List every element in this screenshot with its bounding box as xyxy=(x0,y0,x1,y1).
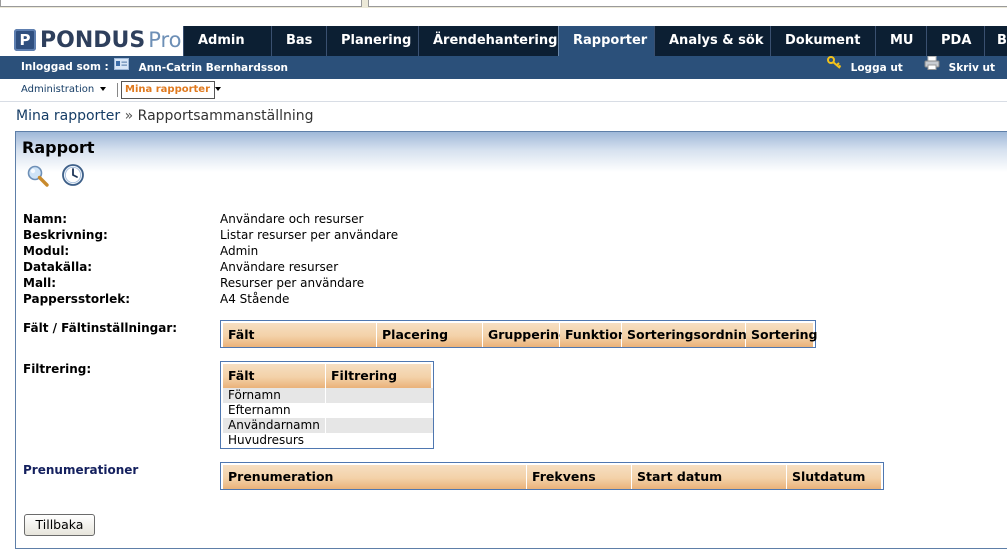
printer-icon xyxy=(924,56,940,79)
tab-dokument[interactable]: Dokument xyxy=(770,26,875,56)
filter-field-cell: Användarnamn xyxy=(223,418,325,433)
user-bar: Inloggad som : Ann-Catrin Bernhardsson L… xyxy=(0,56,1007,79)
tab-admin[interactable]: Admin xyxy=(183,26,271,56)
tab-analys-sok[interactable]: Analys & sök xyxy=(654,26,770,56)
filter-header-filter[interactable]: Filtrering xyxy=(326,364,431,388)
tab-bas[interactable]: Bas xyxy=(271,26,326,56)
my-reports-dropdown-label: Mina rapporter xyxy=(125,84,211,95)
filter-grid: Fält Filtrering Förnamn Efternamn Använd… xyxy=(220,361,434,449)
fields-header-grouping[interactable]: Gruppering xyxy=(483,323,568,347)
paper-size-value: A4 Stående xyxy=(220,292,290,306)
fields-section-label: Fält / Fältinställningar: xyxy=(23,321,178,335)
report-panel: Rapport Namn: Användare och resurser Bes… xyxy=(15,131,1007,549)
fields-header-field[interactable]: Fält xyxy=(223,323,377,347)
logout-link[interactable]: Logga ut xyxy=(827,56,903,79)
fields-header-sorting[interactable]: Sortering xyxy=(746,323,818,347)
subscriptions-header-end-date[interactable]: Slutdatum xyxy=(787,465,881,489)
breadcrumb-current: Rapportsammanställning xyxy=(137,108,314,124)
fields-header-placement[interactable]: Placering xyxy=(377,323,483,347)
back-button[interactable]: Tillbaka xyxy=(24,514,95,536)
paper-size-label: Pappersstorlek: xyxy=(23,292,131,306)
filter-value-cell[interactable] xyxy=(326,403,433,418)
my-reports-dropdown[interactable]: Mina rapporter xyxy=(121,81,222,99)
clock-icon[interactable] xyxy=(61,163,85,187)
logged-in-label: Inloggad som : xyxy=(21,61,109,73)
filter-section-label: Filtrering: xyxy=(23,362,92,376)
tab-mu[interactable]: MU xyxy=(875,26,926,56)
chevron-down-icon xyxy=(100,87,107,91)
breadcrumb: Mina rapporter » Rapportsammanställning xyxy=(16,108,314,124)
datasource-value: Användare resurser xyxy=(220,260,339,274)
administration-dropdown-label: Administration xyxy=(21,84,95,95)
module-label: Modul: xyxy=(23,244,70,258)
tab-brand[interactable]: Brand xyxy=(984,26,1007,56)
panel-title: Rapport xyxy=(22,138,95,157)
user-name: Ann-Catrin Bernhardsson xyxy=(138,61,289,74)
tab-planering[interactable]: Planering xyxy=(326,26,418,56)
administration-dropdown[interactable]: Administration xyxy=(21,81,107,99)
logo-text: PONDUS xyxy=(40,27,146,53)
description-value: Listar resurser per användare xyxy=(220,228,399,242)
table-row[interactable]: Efternamn xyxy=(223,403,433,418)
fields-header-sort-order[interactable]: Sorteringsordning xyxy=(622,323,756,347)
user-info: Ann-Catrin Bernhardsson xyxy=(114,56,288,79)
datasource-label: Datakälla: xyxy=(23,260,93,274)
tab-arendehantering[interactable]: Ärendehantering xyxy=(418,26,558,56)
subscriptions-section-label: Prenumerationer xyxy=(23,463,139,477)
tab-pda[interactable]: PDA xyxy=(926,26,984,56)
filter-value-cell[interactable] xyxy=(326,433,433,448)
user-card-icon xyxy=(114,56,129,79)
browser-tab-segment xyxy=(368,0,1007,7)
fields-header-function[interactable]: Funktion xyxy=(560,323,627,347)
fields-grid: Fält Placering Gruppering Funktion Sorte… xyxy=(220,320,818,348)
search-icon[interactable] xyxy=(26,164,50,188)
filter-field-cell: Efternamn xyxy=(228,403,291,417)
subscriptions-grid: Prenumeration Frekvens Start datum Slutd… xyxy=(220,462,884,490)
description-label: Beskrivning: xyxy=(23,228,108,242)
subscriptions-header-subscription[interactable]: Prenumeration xyxy=(223,465,527,489)
subscriptions-header-start-date[interactable]: Start datum xyxy=(632,465,787,489)
table-row[interactable]: Användarnamn xyxy=(223,418,433,433)
tab-rapporter[interactable]: Rapporter xyxy=(558,26,654,56)
filter-value-cell[interactable] xyxy=(326,418,433,433)
breadcrumb-separator: » xyxy=(124,108,134,124)
subnav-divider xyxy=(117,83,118,97)
filter-header-field[interactable]: Fält xyxy=(223,364,326,388)
module-value: Admin xyxy=(220,244,259,258)
chevron-down-icon xyxy=(215,87,222,91)
breadcrumb-parent-link[interactable]: Mina rapporter xyxy=(16,108,120,124)
app-header: P PONDUS Pro Admin Bas Planering Ärendeh… xyxy=(0,8,1007,56)
panel-header: Rapport xyxy=(16,132,1007,172)
logo-pro-text: Pro xyxy=(148,28,182,52)
filter-value-cell[interactable] xyxy=(326,388,433,403)
subscriptions-header-frequency[interactable]: Frekvens xyxy=(527,465,632,489)
name-value: Användare och resurser xyxy=(220,212,364,226)
print-link[interactable]: Skriv ut xyxy=(924,56,995,79)
print-label: Skriv ut xyxy=(948,61,995,74)
logout-label: Logga ut xyxy=(850,61,903,74)
filter-field-cell: Förnamn xyxy=(223,388,325,403)
template-value: Resurser per användare xyxy=(220,276,365,290)
table-row[interactable]: Huvudresurs xyxy=(223,433,433,448)
browser-tab-segment xyxy=(0,0,362,7)
pondus-logo[interactable]: P PONDUS Pro xyxy=(14,25,182,55)
table-row[interactable]: Förnamn xyxy=(223,388,433,403)
main-tabs: Admin Bas Planering Ärendehantering Rapp… xyxy=(183,26,1007,56)
name-label: Namn: xyxy=(23,212,67,226)
template-label: Mall: xyxy=(23,276,57,290)
key-icon xyxy=(827,56,842,79)
filter-field-cell: Huvudresurs xyxy=(228,433,305,447)
logo-badge-icon: P xyxy=(14,29,36,51)
sub-navigation: Administration Mina rapporter xyxy=(0,79,1007,102)
